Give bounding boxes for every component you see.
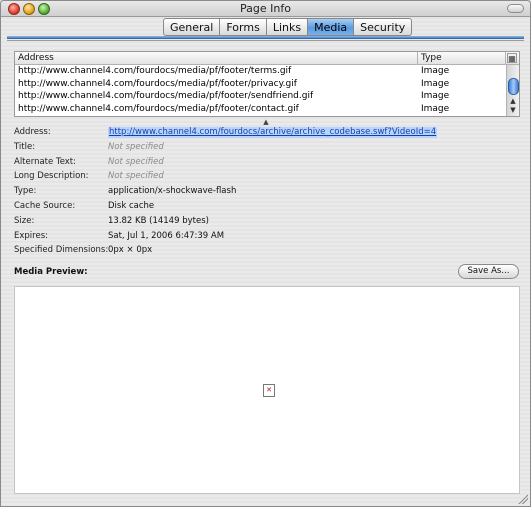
media-preview-area: ✕ (14, 286, 520, 494)
detail-label: Specified Dimensions: (14, 245, 109, 256)
address-value[interactable]: http://www.channel4.com/fourdocs/archive… (108, 127, 438, 138)
tab-media[interactable]: Media (308, 18, 355, 36)
title-bar[interactable]: Page Info (1, 1, 530, 17)
row-address: http://www.channel4.com/fourdocs/media/p… (18, 103, 299, 114)
row-address: http://www.channel4.com/fourdocs/media/p… (18, 91, 314, 101)
detail-label: Size: (14, 215, 35, 226)
title-value: Not specified (108, 141, 164, 152)
scroll-down-arrow-icon[interactable]: ▼ (507, 105, 519, 115)
detail-alt-text: Alternate Text: Not specified (14, 155, 524, 170)
tab-general[interactable]: General (163, 18, 221, 36)
detail-title: Title: Not specified (14, 140, 524, 155)
tab-bar: General Forms Links Media Security (163, 18, 413, 36)
window-title: Page Info (240, 2, 291, 15)
detail-label: Cache Source: (14, 200, 76, 211)
missing-plugin-icon[interactable]: ✕ (263, 384, 275, 397)
detail-dimensions: Specified Dimensions: 0px × 0px (14, 243, 524, 258)
resize-grip-icon[interactable] (517, 493, 528, 504)
scrollbar-thumb[interactable] (508, 78, 519, 95)
detail-type: Type: application/x-shockwave-flash (14, 184, 524, 199)
tab-underline (7, 36, 524, 39)
splitter-grip-icon[interactable]: ▲ (263, 119, 269, 126)
detail-label: Alternate Text: (14, 156, 76, 167)
detail-address: Address: http://www.channel4.com/fourdoc… (14, 125, 524, 140)
row-address: http://www.channel4.com/fourdocs/media/p… (18, 66, 292, 76)
detail-long-description: Long Description: Not specified (14, 169, 524, 184)
detail-label: Expires: (14, 230, 48, 241)
detail-label: Address: (14, 127, 51, 137)
tab-security[interactable]: Security (354, 18, 413, 36)
save-as-button[interactable]: Save As... (458, 264, 519, 279)
table-row[interactable]: http://www.channel4.com/fourdocs/media/p… (15, 103, 507, 116)
row-address: http://www.channel4.com/fourdocs/media/p… (18, 78, 297, 89)
row-type: Image (421, 103, 450, 114)
table-row[interactable]: http://www.channel4.com/fourdocs/media/p… (15, 90, 507, 103)
expires-value: Sat, Jul 1, 2006 6:47:39 AM (108, 230, 225, 241)
detail-cache-source: Cache Source: Disk cache (14, 199, 524, 214)
alt-text-value: Not specified (108, 156, 164, 167)
detail-label: Title: (14, 141, 36, 152)
table-scrollbar[interactable]: ▲ ▼ (506, 65, 519, 116)
row-type: Image (421, 78, 450, 89)
row-type: Image (421, 91, 450, 101)
long-description-value: Not specified (108, 171, 164, 182)
tab-divider (7, 40, 524, 41)
row-type: Image (421, 66, 450, 76)
column-header-type[interactable]: Type (418, 52, 506, 64)
page-info-window: Page Info General Forms Links Media Secu… (0, 0, 531, 507)
tab-links[interactable]: Links (266, 18, 309, 36)
media-table[interactable]: Address Type ▦ http://www.channel4.com/f… (14, 51, 520, 117)
table-row[interactable]: http://www.channel4.com/fourdocs/media/p… (15, 78, 507, 91)
table-row[interactable]: http://www.channel4.com/fourdocs/media/p… (15, 65, 507, 78)
media-details: Address: http://www.channel4.com/fourdoc… (14, 125, 524, 258)
column-picker-icon[interactable]: ▦ (507, 53, 517, 63)
dimensions-value: 0px × 0px (108, 245, 153, 256)
detail-expires: Expires: Sat, Jul 1, 2006 6:47:39 AM (14, 229, 524, 244)
detail-label: Type: (14, 186, 37, 197)
column-header-address[interactable]: Address (15, 52, 418, 64)
table-header: Address Type ▦ (15, 52, 519, 65)
tab-forms[interactable]: Forms (220, 18, 267, 36)
media-preview-label: Media Preview: (14, 267, 88, 277)
detail-label: Long Description: (14, 171, 89, 182)
toolbar-toggle-button[interactable] (507, 4, 524, 13)
table-rows: http://www.channel4.com/fourdocs/media/p… (15, 65, 507, 115)
size-value: 13.82 KB (14149 bytes) (108, 215, 209, 226)
cache-source-value: Disk cache (108, 200, 155, 211)
detail-size: Size: 13.82 KB (14149 bytes) (14, 214, 524, 229)
type-value: application/x-shockwave-flash (108, 186, 237, 197)
